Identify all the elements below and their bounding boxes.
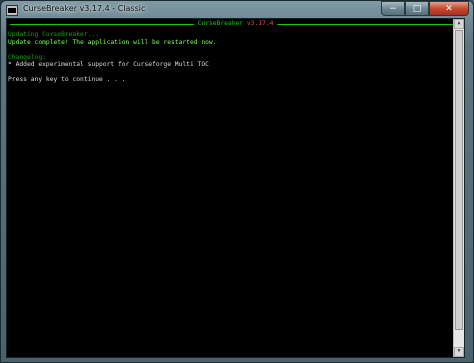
header-version: v3.17.4 [246, 20, 274, 27]
console-output[interactable]: CurseBreaker v3.17.4 Updating CurseBreak… [6, 18, 465, 358]
console-line-updating: Updating CurseBreaker... [8, 31, 99, 38]
scroll-thumb[interactable] [455, 30, 463, 330]
console-window-icon[interactable] [6, 5, 18, 16]
minimize-button[interactable]: − [381, 1, 405, 16]
console-line-press-any-key: Press any key to continue . . . [8, 76, 126, 83]
console-lines: Updating CurseBreaker... Update complete… [8, 31, 217, 84]
maximize-button[interactable]: □ [405, 1, 429, 16]
console-line-changelog-item: * Added experimental support for Cursefo… [8, 61, 209, 68]
console-line-changelog-heading: Changelog: [8, 53, 46, 61]
window-controls: − □ ✕ [381, 1, 469, 17]
window-title: CurseBreaker v3.17.4 - Classic [23, 4, 146, 13]
console-window: CurseBreaker v3.17.4 - Classic − □ ✕ Cur… [0, 0, 474, 363]
vertical-scrollbar[interactable]: ▲ ▼ [453, 19, 464, 357]
close-button[interactable]: ✕ [429, 1, 469, 16]
console-line-update-complete: Update complete! The application will be… [8, 38, 217, 46]
scroll-down-icon[interactable]: ▼ [454, 347, 464, 357]
console-header: CurseBreaker v3.17.4 [193, 20, 278, 28]
scroll-up-icon[interactable]: ▲ [454, 19, 464, 29]
header-app-name: CurseBreaker [197, 20, 244, 27]
